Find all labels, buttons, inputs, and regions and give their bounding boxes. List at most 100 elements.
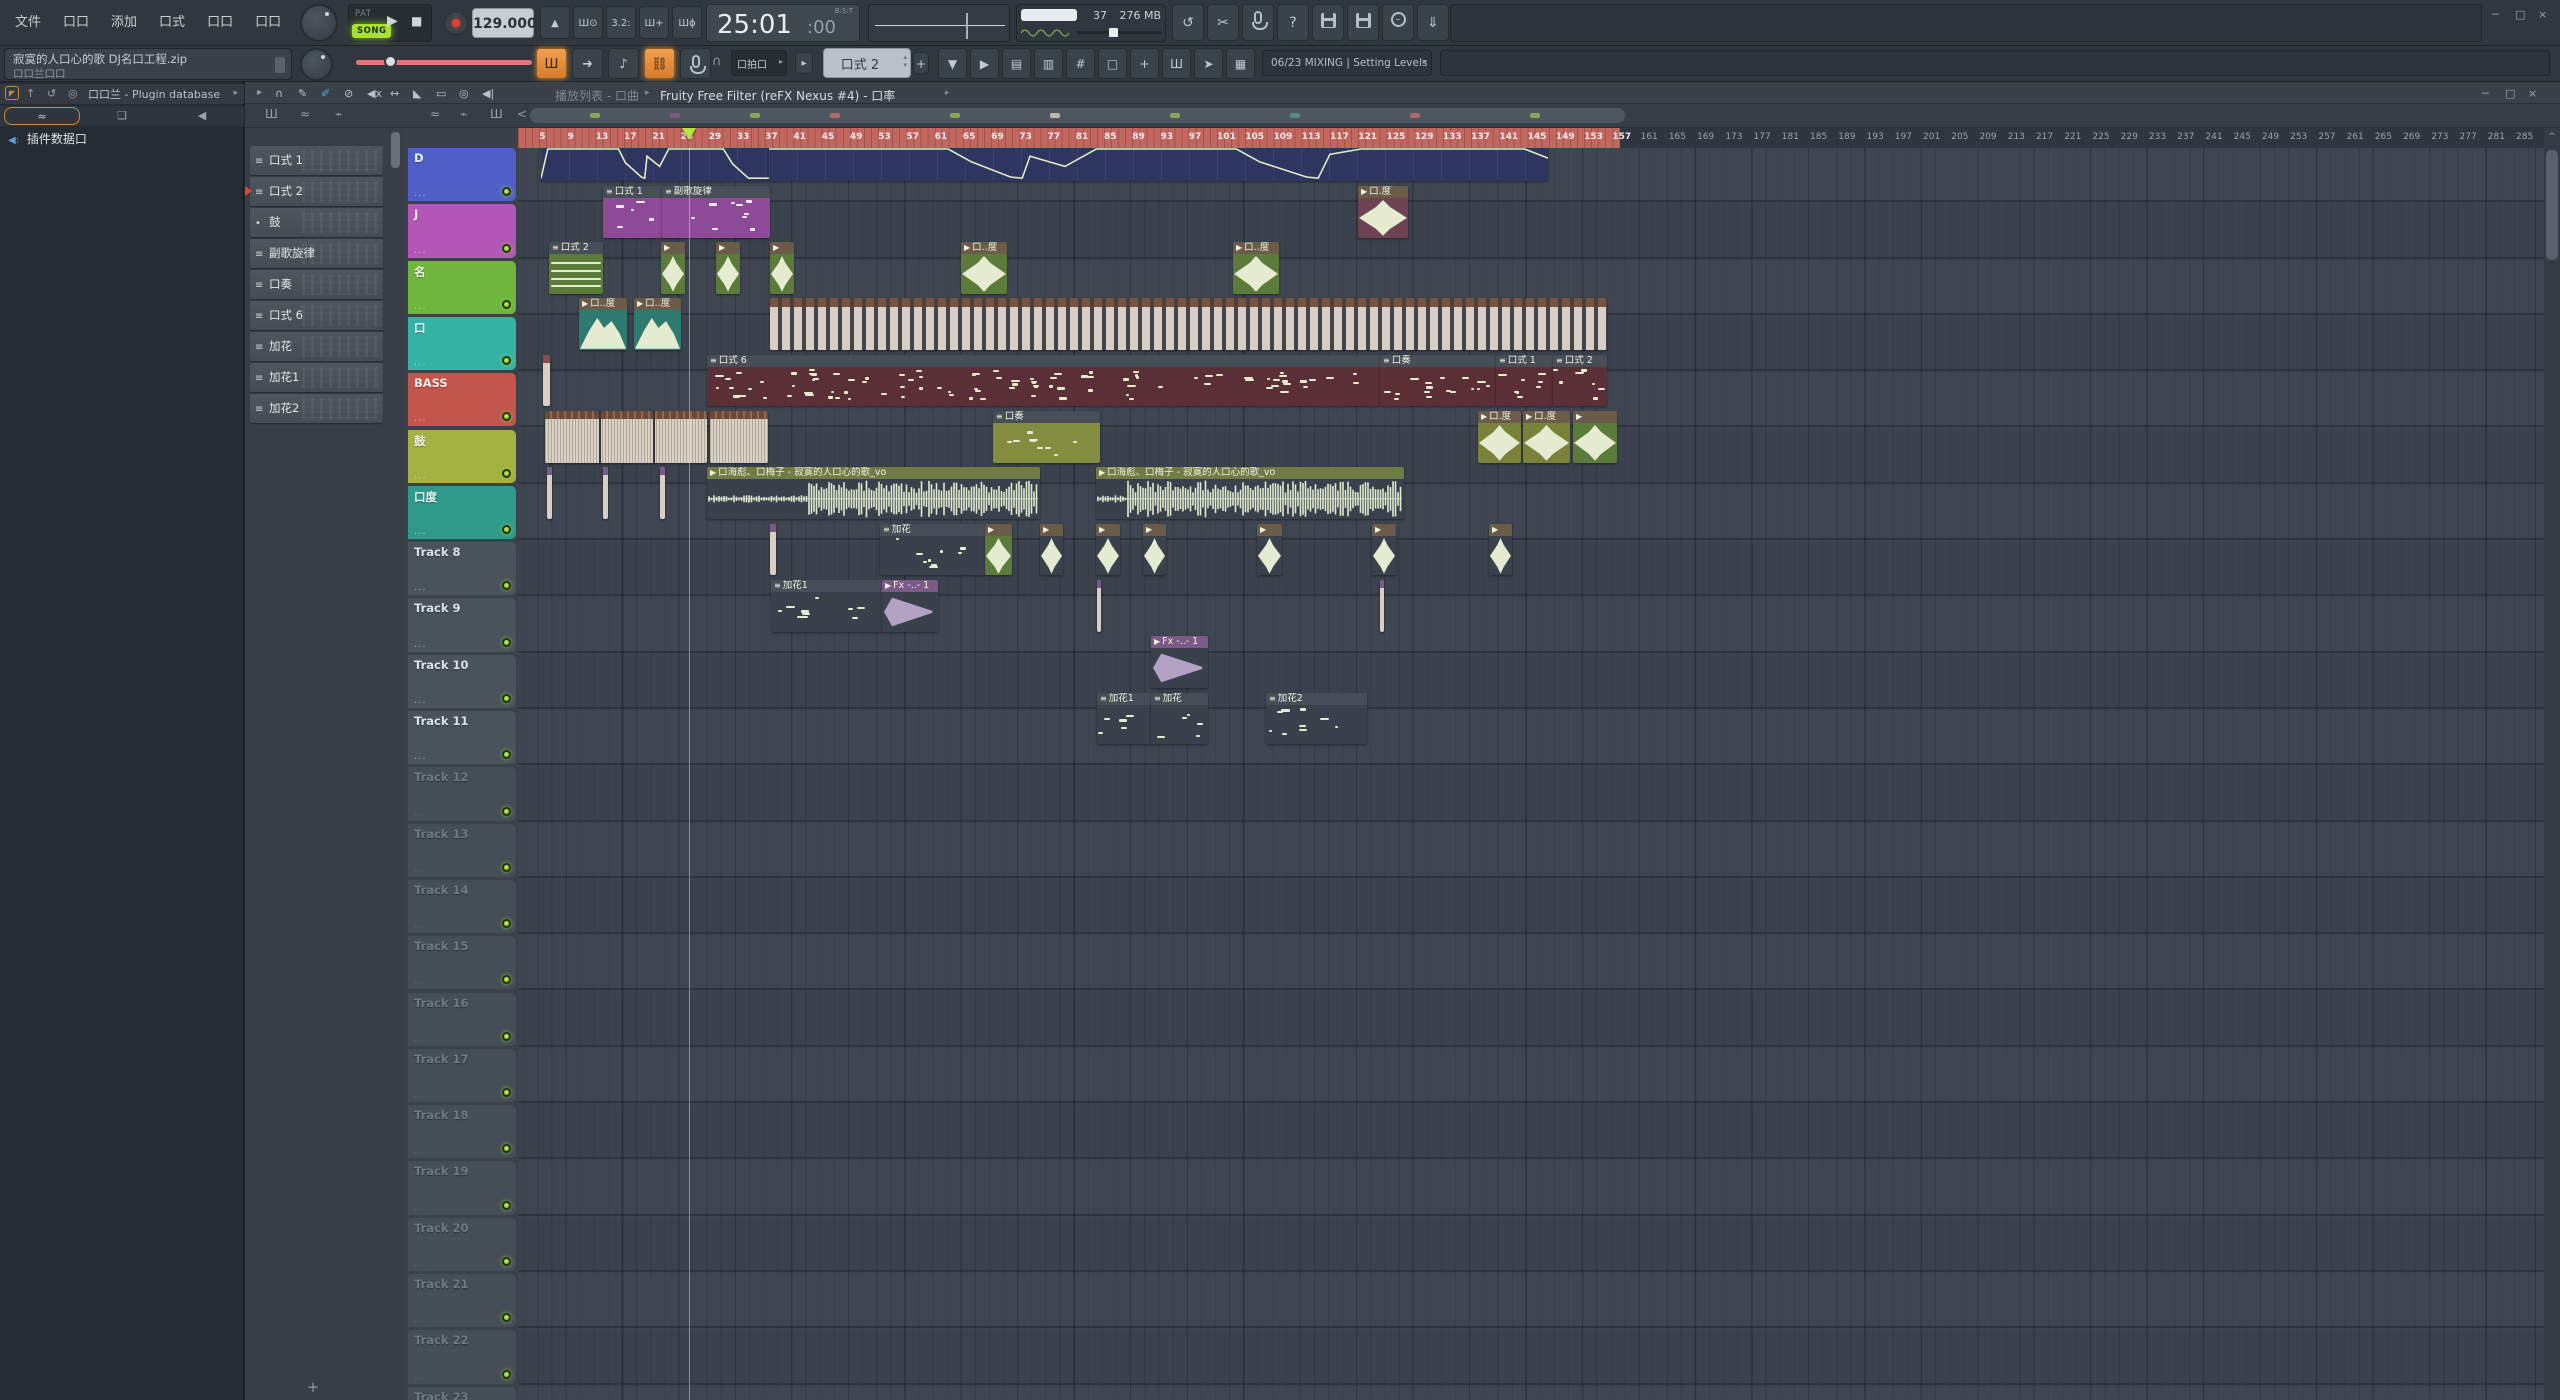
pattern-picker-audio-icon[interactable]: ≈ xyxy=(300,107,310,121)
add-pattern-button[interactable]: + xyxy=(913,52,929,74)
playlist-clip[interactable]: ▶ xyxy=(716,242,740,294)
browser-window-icon[interactable]: # xyxy=(1066,48,1095,79)
audio-sliver-clip[interactable] xyxy=(547,467,552,519)
delete-icon[interactable]: ⊘ xyxy=(344,87,353,100)
track-header-bass[interactable]: BASS... xyxy=(408,373,516,426)
track-header-track-10[interactable]: Track 10... xyxy=(408,655,516,708)
playlist-clip[interactable]: ▶口..度 xyxy=(961,242,1007,294)
track-row-13[interactable] xyxy=(518,824,2544,878)
playlist-clip[interactable]: ▶ xyxy=(1573,411,1617,463)
track-mute-led[interactable] xyxy=(502,469,511,478)
audio-sliver-clip[interactable] xyxy=(603,467,608,519)
menu-item-2[interactable]: 添加 xyxy=(100,0,148,46)
playlist-window-icon[interactable]: □ xyxy=(1098,48,1127,79)
header-auto-icon[interactable]: ⌁ xyxy=(460,107,467,121)
playlist-clip[interactable]: ▶口.度 xyxy=(1478,411,1521,463)
browser-tree-item[interactable]: 插件数据口 xyxy=(27,132,87,146)
zoom-icon[interactable]: ◎ xyxy=(459,87,469,100)
link-icon[interactable]: ⛓ xyxy=(644,48,675,79)
playlist-clip[interactable]: ≡加花1 xyxy=(1097,693,1151,745)
playlist-clip[interactable]: ≡口奏 xyxy=(1380,355,1496,407)
next-icon[interactable]: ➜ xyxy=(572,48,603,79)
track-mute-led[interactable] xyxy=(502,807,511,816)
track-header-j[interactable]: J... xyxy=(408,204,516,257)
browser-back-icon[interactable]: ◤ xyxy=(5,86,19,100)
refresh-icon[interactable]: ↺ xyxy=(47,87,56,100)
pattern-picker-piano-icon[interactable]: Ш xyxy=(265,107,278,121)
track-mute-led[interactable] xyxy=(502,187,511,196)
playlist-clip[interactable]: ▶口..度 xyxy=(1233,242,1279,294)
select-icon[interactable]: ▭ xyxy=(436,87,446,100)
playlist-titlebar[interactable]: ▸ ∩✎✐⊘◀x↔◣▭◎◀| 播放列表 - 口曲 ▸ Fruity Free F… xyxy=(245,84,2560,104)
vertical-scroll-thumb[interactable] xyxy=(2546,150,2558,260)
track-header-track-14[interactable]: Track 14... xyxy=(408,880,516,933)
magnet-icon[interactable]: ∩ xyxy=(275,87,283,100)
song-mode-button[interactable]: SONG xyxy=(352,24,391,38)
track-header-track-16[interactable]: Track 16... xyxy=(408,993,516,1046)
mic-icon[interactable] xyxy=(1242,4,1274,41)
step-sequencer-icon[interactable]: ▶ xyxy=(970,48,999,79)
shuffle-slider-thumb[interactable] xyxy=(384,55,397,68)
track-row-19[interactable] xyxy=(518,1161,2544,1215)
search-icon[interactable]: ◎ xyxy=(68,87,78,100)
track-mute-led[interactable] xyxy=(502,750,511,759)
slice-icon[interactable]: ◣ xyxy=(413,87,421,100)
menu-item-1[interactable]: 口口 xyxy=(52,0,100,46)
track-mute-led[interactable] xyxy=(502,638,511,647)
audio-sliver-clip[interactable] xyxy=(1380,580,1384,632)
track-mute-led[interactable] xyxy=(502,1257,511,1266)
add-pattern-bottom-button[interactable]: + xyxy=(305,1378,321,1394)
track-header-track-17[interactable]: Track 17... xyxy=(408,1049,516,1102)
pattern-item-5[interactable]: ≡口奏 xyxy=(250,270,383,299)
track-header-track-20[interactable]: Track 20... xyxy=(408,1218,516,1271)
track-row-17[interactable] xyxy=(518,1049,2544,1103)
time-mode-label[interactable]: B:S:T xyxy=(835,7,853,15)
track-mute-led[interactable] xyxy=(502,1201,511,1210)
playlist-clip[interactable]: ≡加花2 xyxy=(1266,693,1367,745)
typing-keyboard-icon[interactable]: Ш xyxy=(536,48,567,79)
playlist-clip[interactable]: ▶Fx -..- 1 xyxy=(1151,636,1208,688)
playlist-clip[interactable]: ▶口海彪、口梅子 - 寂寞的人口心的歌_vo xyxy=(707,467,1040,519)
pattern-item-3[interactable]: •鼓 xyxy=(250,208,383,237)
menu-item-3[interactable]: 口式 xyxy=(148,0,196,46)
track-row-16[interactable] xyxy=(518,993,2544,1047)
progress-thumb[interactable] xyxy=(1109,28,1118,37)
track-row-23[interactable] xyxy=(518,1387,2544,1400)
track-mute-led[interactable] xyxy=(502,412,511,421)
playlist-clip[interactable]: ≡口式 6 xyxy=(707,355,1380,407)
track-row-2[interactable] xyxy=(518,204,2544,258)
playlist-clip[interactable]: ▶ xyxy=(1096,524,1120,576)
record-button[interactable] xyxy=(444,11,468,35)
playback-icon[interactable]: ◀| xyxy=(482,87,494,100)
track-row-14[interactable] xyxy=(518,880,2544,934)
track-header-track-21[interactable]: Track 21... xyxy=(408,1274,516,1327)
track-header-名[interactable]: 名... xyxy=(408,261,516,314)
track-header-口[interactable]: 口... xyxy=(408,317,516,370)
playlist-clip[interactable]: ▶ xyxy=(1040,524,1063,576)
playlist-clip[interactable]: ▶口.度 xyxy=(1358,186,1408,238)
playlist-minimize-button[interactable]: ─ xyxy=(2482,87,2489,100)
pattern-item-1[interactable]: ≡口式 1 xyxy=(250,146,383,175)
playlist-maximize-button[interactable]: □ xyxy=(2505,87,2515,100)
playlist-clip[interactable]: ▶Fx -..- 1 xyxy=(882,580,938,632)
playlist-clip[interactable]: ≡口奏 xyxy=(993,411,1100,463)
menu-item-5[interactable]: 口口 xyxy=(244,0,292,46)
help-icon[interactable]: ? xyxy=(1277,4,1309,41)
track-mute-led[interactable] xyxy=(502,975,511,984)
step-edit-icon[interactable]: Шϕ xyxy=(672,6,702,39)
track-row-18[interactable] xyxy=(518,1105,2544,1159)
playlist-clip[interactable]: ≡加花 xyxy=(880,524,985,576)
clip-area[interactable]: ~Fruity Free Filter (reFX Nexus #4) - 口率… xyxy=(518,128,2544,1400)
paint-icon[interactable]: ✐ xyxy=(321,87,330,100)
playlist-clip[interactable]: ▶ xyxy=(1257,524,1282,576)
horizontal-scrollbar[interactable] xyxy=(530,108,1625,123)
track-mute-led[interactable] xyxy=(502,919,511,928)
playlist-clip[interactable]: ▶口海彪、口梅子 - 寂寞的人口心的歌_vo xyxy=(1096,467,1404,519)
track-header-track-8[interactable]: Track 8... xyxy=(408,542,516,595)
playlist-clip[interactable]: ≡口式 2 xyxy=(549,242,603,294)
header-piano-icon[interactable]: Ш xyxy=(490,107,503,121)
picker-panel-icon[interactable]: ▼ xyxy=(938,48,967,79)
pattern-item-8[interactable]: ≡加花1 xyxy=(250,363,383,392)
detach-arrow-icon[interactable]: ▸ xyxy=(257,87,262,98)
audio-sliver-clip[interactable] xyxy=(543,355,550,407)
